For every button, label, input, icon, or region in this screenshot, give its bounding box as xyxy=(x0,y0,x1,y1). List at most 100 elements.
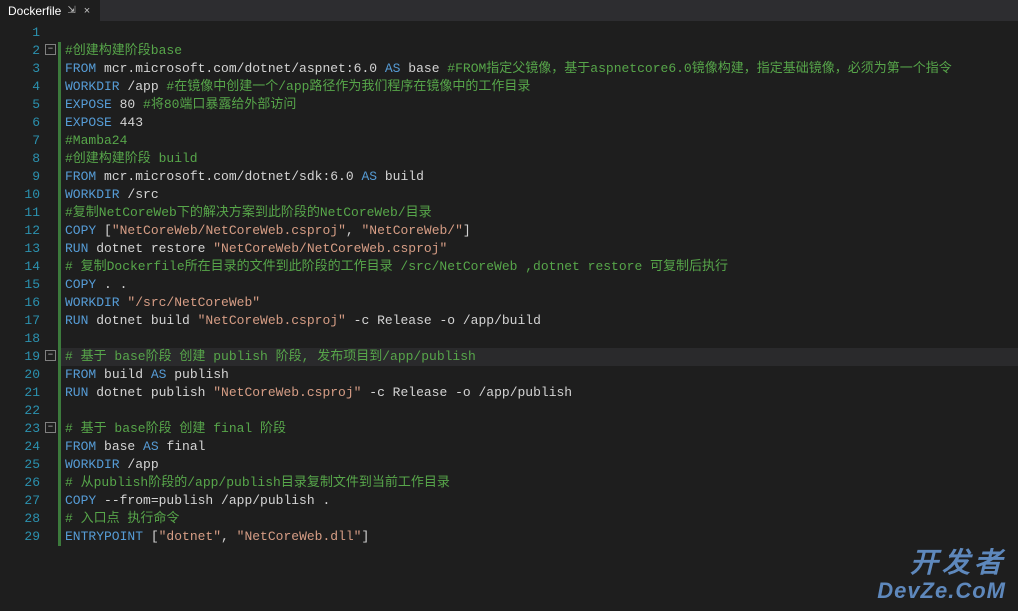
line-number: 27 xyxy=(0,492,58,510)
code-line[interactable]: #Mamba24 xyxy=(58,132,1018,150)
line-number: 19− xyxy=(0,348,58,366)
code-line[interactable]: #创建构建阶段 build xyxy=(58,150,1018,168)
code-line[interactable]: #创建构建阶段base xyxy=(58,42,1018,60)
code-token: build xyxy=(377,169,424,184)
tab-title: Dockerfile xyxy=(8,4,61,18)
code-line[interactable]: EXPOSE 443 xyxy=(58,114,1018,132)
code-token: "NetCoreWeb/NetCoreWeb.csproj" xyxy=(112,223,346,238)
code-line[interactable]: FROM mcr.microsoft.com/dotnet/sdk:6.0 AS… xyxy=(58,168,1018,186)
line-number: 1 xyxy=(0,24,58,42)
pin-icon[interactable]: ⇲ xyxy=(67,5,75,16)
fold-marker-icon[interactable]: − xyxy=(45,422,56,433)
line-number: 4 xyxy=(0,78,58,96)
fold-marker-icon[interactable]: − xyxy=(45,350,56,361)
code-token: --from=publish /app/publish . xyxy=(96,493,330,508)
watermark: 开发者 DevZe.CoM xyxy=(877,548,1006,603)
line-number: 8 xyxy=(0,150,58,168)
code-line[interactable]: FROM mcr.microsoft.com/dotnet/aspnet:6.0… xyxy=(58,60,1018,78)
watermark-line2: DevZe.CoM xyxy=(877,579,1006,603)
code-line[interactable]: ENTRYPOINT ["dotnet", "NetCoreWeb.dll"] xyxy=(58,528,1018,546)
code-line[interactable]: COPY . . xyxy=(58,276,1018,294)
code-token: AS xyxy=(385,61,401,76)
code-line[interactable]: EXPOSE 80 #将80端口暴露给外部访问 xyxy=(58,96,1018,114)
code-token: -c Release -o /app/publish xyxy=(361,385,572,400)
code-line[interactable]: WORKDIR /app #在镜像中创建一个/app路径作为我们程序在镜像中的工… xyxy=(58,78,1018,96)
code-token: [ xyxy=(96,223,112,238)
line-number: 25 xyxy=(0,456,58,474)
code-token: WORKDIR xyxy=(65,79,120,94)
code-token: # 基于 base阶段 创建 final 阶段 xyxy=(65,421,286,436)
code-token: # 复制Dockerfile所在目录的文件到此阶段的工作目录 /src/NetC… xyxy=(65,259,728,274)
code-token: WORKDIR xyxy=(65,295,120,310)
code-token: 80 xyxy=(112,97,143,112)
line-number: 20 xyxy=(0,366,58,384)
code-line[interactable]: COPY ["NetCoreWeb/NetCoreWeb.csproj", "N… xyxy=(58,222,1018,240)
tab-dockerfile[interactable]: Dockerfile ⇲ × xyxy=(0,0,100,21)
code-line[interactable]: RUN dotnet publish "NetCoreWeb.csproj" -… xyxy=(58,384,1018,402)
code-token: "NetCoreWeb.csproj" xyxy=(198,313,346,328)
line-number: 23− xyxy=(0,420,58,438)
code-line[interactable]: # 复制Dockerfile所在目录的文件到此阶段的工作目录 /src/NetC… xyxy=(58,258,1018,276)
code-token: dotnet publish xyxy=(88,385,213,400)
code-token: dotnet build xyxy=(88,313,197,328)
code-token: EXPOSE xyxy=(65,97,112,112)
line-number: 29 xyxy=(0,528,58,546)
code-line[interactable]: #复制NetCoreWeb下的解决方案到此阶段的NetCoreWeb/目录 xyxy=(58,204,1018,222)
code-line[interactable]: WORKDIR /src xyxy=(58,186,1018,204)
line-number: 14 xyxy=(0,258,58,276)
code-token: # 入口点 执行命令 xyxy=(65,511,179,526)
code-line[interactable]: # 基于 base阶段 创建 final 阶段 xyxy=(58,420,1018,438)
code-token: base xyxy=(400,61,447,76)
code-line[interactable] xyxy=(58,24,1018,42)
code-token: #在镜像中创建一个/app路径作为我们程序在镜像中的工作目录 xyxy=(166,79,530,94)
code-editor[interactable]: 12−345678910111213141516171819−20212223−… xyxy=(0,22,1018,611)
fold-marker-icon[interactable]: − xyxy=(45,44,56,55)
code-line[interactable]: WORKDIR "/src/NetCoreWeb" xyxy=(58,294,1018,312)
line-number: 7 xyxy=(0,132,58,150)
line-number: 15 xyxy=(0,276,58,294)
line-number: 5 xyxy=(0,96,58,114)
code-line[interactable]: # 从publish阶段的/app/publish目录复制文件到当前工作目录 xyxy=(58,474,1018,492)
code-token: ] xyxy=(463,223,471,238)
code-token: /app xyxy=(120,79,167,94)
tab-bar: Dockerfile ⇲ × xyxy=(0,0,1018,22)
code-token: FROM xyxy=(65,367,96,382)
code-token: #FROM指定父镜像，基于aspnetcore6.0镜像构建，指定基础镜像，必须… xyxy=(447,61,951,76)
code-token: FROM xyxy=(65,61,96,76)
line-number: 24 xyxy=(0,438,58,456)
code-token: /src xyxy=(120,187,159,202)
code-token: #创建构建阶段 build xyxy=(65,151,198,166)
line-number: 10 xyxy=(0,186,58,204)
code-token: #将80端口暴露给外部访问 xyxy=(143,97,296,112)
code-line[interactable]: WORKDIR /app xyxy=(58,456,1018,474)
close-icon[interactable]: × xyxy=(82,5,92,17)
code-area[interactable]: #创建构建阶段baseFROM mcr.microsoft.com/dotnet… xyxy=(58,22,1018,611)
code-line[interactable] xyxy=(58,330,1018,348)
code-token: "NetCoreWeb/NetCoreWeb.csproj" xyxy=(213,241,447,256)
code-line[interactable]: # 入口点 执行命令 xyxy=(58,510,1018,528)
code-line[interactable]: RUN dotnet restore "NetCoreWeb/NetCoreWe… xyxy=(58,240,1018,258)
code-token: AS xyxy=(151,367,167,382)
code-line[interactable]: FROM base AS final xyxy=(58,438,1018,456)
line-number: 6 xyxy=(0,114,58,132)
code-token: dotnet restore xyxy=(88,241,213,256)
code-token: COPY xyxy=(65,493,96,508)
code-token: "NetCoreWeb.csproj" xyxy=(213,385,361,400)
line-number: 13 xyxy=(0,240,58,258)
code-line[interactable]: FROM build AS publish xyxy=(58,366,1018,384)
code-token: AS xyxy=(361,169,377,184)
line-number: 12 xyxy=(0,222,58,240)
code-line[interactable] xyxy=(58,402,1018,420)
line-number: 16 xyxy=(0,294,58,312)
code-line[interactable]: COPY --from=publish /app/publish . xyxy=(58,492,1018,510)
code-line[interactable]: # 基于 base阶段 创建 publish 阶段, 发布项目到/app/pub… xyxy=(58,348,1018,366)
line-number: 3 xyxy=(0,60,58,78)
code-token: base xyxy=(96,439,143,454)
code-token: . . xyxy=(96,277,127,292)
code-token: final xyxy=(159,439,206,454)
code-line[interactable]: RUN dotnet build "NetCoreWeb.csproj" -c … xyxy=(58,312,1018,330)
code-token: build xyxy=(96,367,151,382)
code-token: WORKDIR xyxy=(65,187,120,202)
line-number: 2− xyxy=(0,42,58,60)
line-number: 21 xyxy=(0,384,58,402)
